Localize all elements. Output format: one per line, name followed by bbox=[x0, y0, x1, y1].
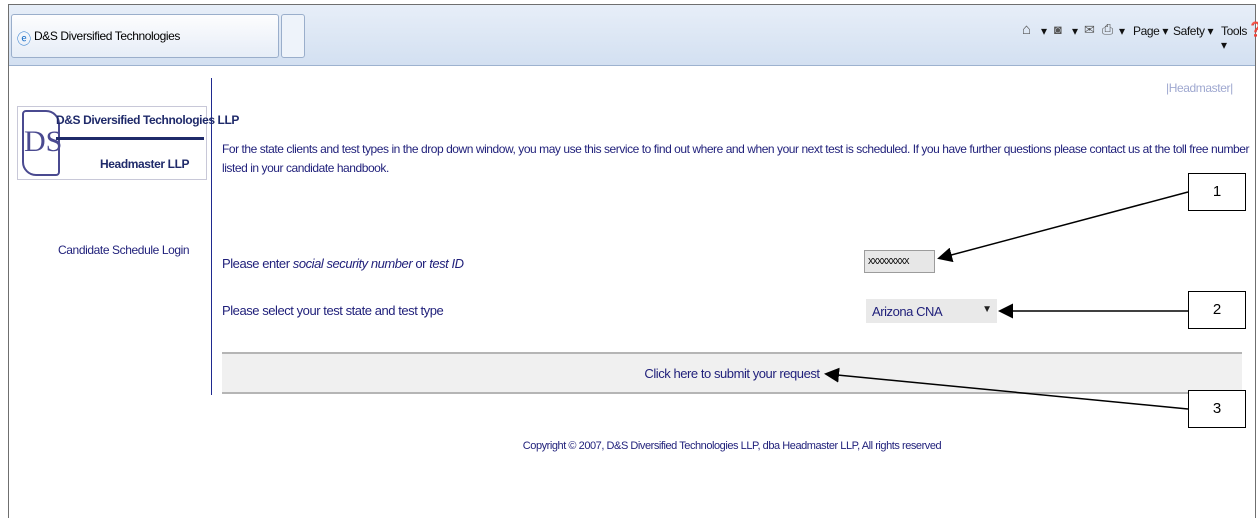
callout-1: 1 bbox=[1188, 173, 1246, 211]
callout-3: 3 bbox=[1188, 390, 1246, 428]
callout-arrow-1 bbox=[937, 191, 1189, 263]
callout-arrow-3 bbox=[824, 367, 1189, 410]
callout-2: 2 bbox=[1188, 291, 1246, 329]
callout-arrows bbox=[824, 191, 1189, 410]
